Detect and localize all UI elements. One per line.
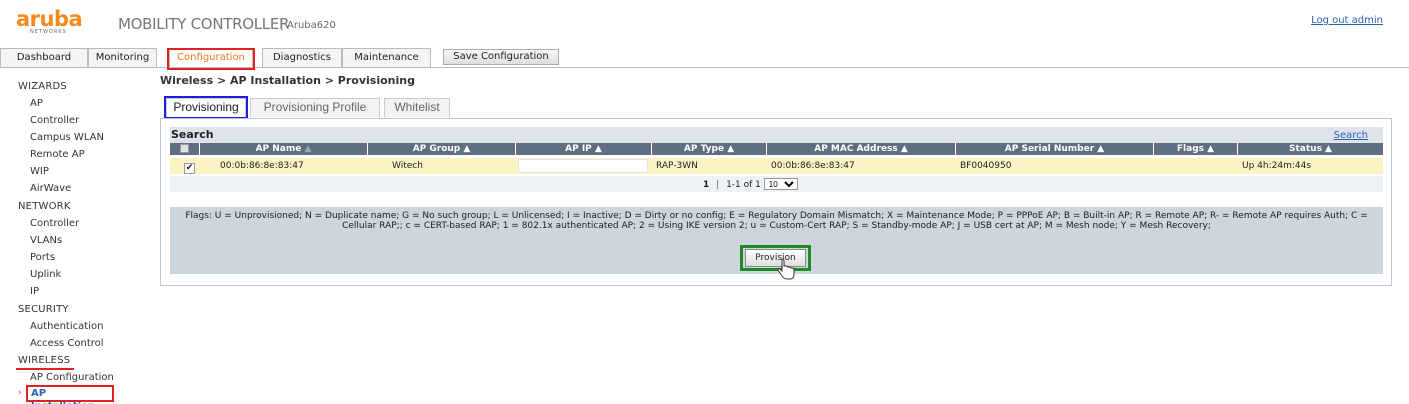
main-nav-tabs: Dashboard Monitoring Configuration Diagn… [0,48,1409,68]
cell-status: Up 4h:24m:44s [1242,161,1312,171]
search-link[interactable]: Search [1334,130,1368,141]
column-flags[interactable]: Flags ▲ [1154,143,1238,155]
column-ap-ip[interactable]: AP IP ▲ [516,143,652,155]
logo-wordmark: aruba [16,7,83,31]
wireless-section-underline [16,368,74,370]
table-row[interactable]: ✔ 00:0b:86:8e:83:47 Witech RAP-3WN 00:0b… [170,158,1383,174]
cell-ap-serial: BF0040950 [960,161,1012,171]
column-ap-group[interactable]: AP Group ▲ [368,143,516,155]
cell-ap-ip [518,159,648,173]
column-ap-name-label: AP Name [255,144,302,154]
cell-ap-name: 00:0b:86:8e:83:47 [220,161,304,171]
ap-table-header: AP Name ▲ AP Group ▲ AP IP ▲ AP Type ▲ A… [170,143,1383,155]
column-status[interactable]: Status ▲ [1238,143,1383,155]
column-ap-name[interactable]: AP Name ▲ [200,143,368,155]
pager-range: 1-1 of 1 [726,180,761,190]
cell-flags [1154,158,1158,174]
sidebar-item-campus-wlan[interactable]: Campus WLAN [30,132,104,143]
sidebar-item-authentication[interactable]: Authentication [30,321,103,332]
sidebar-item-access-control[interactable]: Access Control [30,338,104,349]
tab-diagnostics[interactable]: Diagnostics [262,48,342,67]
sidebar-section-security: SECURITY [18,304,69,315]
column-ap-serial[interactable]: AP Serial Number ▲ [956,143,1154,155]
title-separator: | [280,18,284,31]
row-checkbox-cell: ✔ [184,158,195,174]
pagination-bar: 1 | 1-1 of 1 10 [170,176,1383,192]
tab-monitoring[interactable]: Monitoring [88,48,157,67]
sidebar-item-vlans[interactable]: VLANs [30,235,62,246]
tab-configuration[interactable]: Configuration [169,48,253,67]
pager-current-page[interactable]: 1 [703,180,709,190]
sidebar-item-airwave[interactable]: AirWave [30,183,71,194]
app-header: aruba NETWORKS MOBILITY CONTROLLER | Aru… [0,0,1409,44]
column-ap-type[interactable]: AP Type ▲ [652,143,767,155]
sidebar-item-wip[interactable]: WIP [30,166,49,177]
sidebar-item-ap[interactable]: AP [30,98,43,109]
sidebar-item-controller-wizard[interactable]: Controller [30,115,79,126]
sidebar-item-controller[interactable]: Controller [30,218,79,229]
search-header [170,127,1383,143]
select-all-checkbox[interactable] [180,144,189,153]
subtab-whitelist[interactable]: Whitelist [384,98,450,117]
sidebar-section-network: NETWORK [18,201,71,212]
save-configuration-button[interactable]: Save Configuration [443,49,559,65]
flags-legend-text: Flags: U = Unprovisioned; N = Duplicate … [185,211,1368,231]
logout-link[interactable]: Log out admin [1311,15,1383,26]
pager: 1 | 1-1 of 1 10 [703,178,798,190]
product-title: MOBILITY CONTROLLER [118,15,290,33]
sidebar-item-ports[interactable]: Ports [30,252,55,263]
sort-indicator-icon: ▲ [304,144,312,154]
sidebar-item-remote-ap[interactable]: Remote AP [30,149,85,160]
controller-hostname: Aruba620 [287,20,336,31]
sidebar-item-ap-installation[interactable]: AP Installation [26,385,114,404]
subtab-provisioning[interactable]: Provisioning [166,98,246,117]
breadcrumb: Wireless > AP Installation > Provisionin… [160,74,415,87]
column-ap-mac[interactable]: AP MAC Address ▲ [767,143,956,155]
sidebar-section-wireless: WIRELESS [18,355,71,366]
sidebar-item-uplink[interactable]: Uplink [30,269,61,280]
sidebar-section-wizards: WIZARDS [18,81,67,92]
pager-separator: | [716,180,720,190]
cell-ap-mac: 00:0b:86:8e:83:47 [771,161,855,171]
sidebar-item-ip[interactable]: IP [30,286,39,297]
row-checkbox[interactable]: ✔ [184,163,195,174]
cell-ap-group: Witech [392,161,423,171]
tab-dashboard[interactable]: Dashboard [0,48,88,67]
hand-cursor-icon [777,259,795,280]
cell-ap-type: RAP-3WN [656,161,698,171]
select-all-column [170,143,200,155]
aruba-logo: aruba NETWORKS [16,7,90,36]
tab-maintenance[interactable]: Maintenance [342,48,431,67]
active-item-arrow-icon: › [18,388,22,398]
sidebar-item-ap-configuration[interactable]: AP Configuration [30,372,114,383]
page-size-select[interactable]: 10 [763,178,798,190]
subtab-provisioning-profile[interactable]: Provisioning Profile [250,98,380,117]
search-title: Search [171,128,214,141]
